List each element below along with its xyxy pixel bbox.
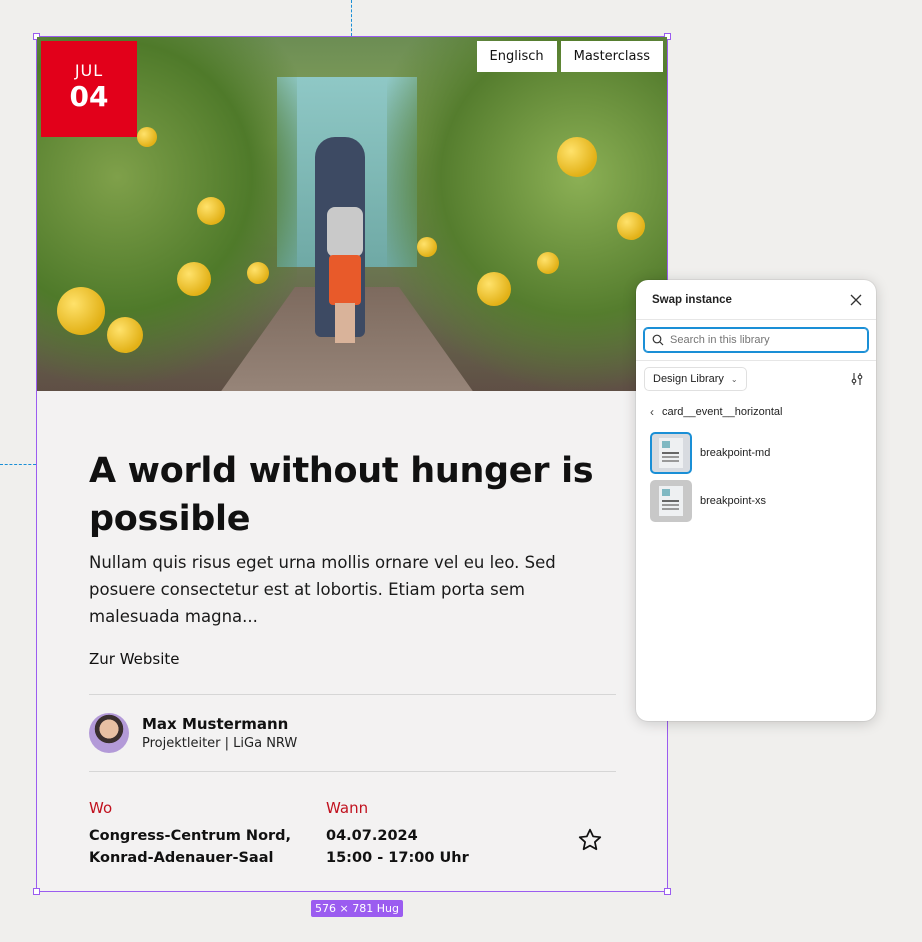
author-row: Max Mustermann Projektleiter | LiGa NRW <box>89 695 617 771</box>
chevron-left-icon: ‹ <box>650 405 654 419</box>
hero-image: JUL 04 Englisch Masterclass <box>37 37 667 391</box>
breadcrumb-label: card__event__horizontal <box>662 406 783 418</box>
date-day: 04 <box>69 80 109 113</box>
list-item[interactable]: breakpoint-md <box>636 429 876 477</box>
date-month: JUL <box>74 61 104 80</box>
component-thumbnail <box>650 432 692 474</box>
filter-settings-icon[interactable] <box>850 372 864 386</box>
when-column: Wann 04.07.2024 15:00 - 17:00 Uhr <box>326 799 563 869</box>
component-label: breakpoint-xs <box>700 495 767 507</box>
star-icon[interactable] <box>577 827 603 853</box>
when-label: Wann <box>326 799 369 817</box>
search-box[interactable] <box>643 327 869 353</box>
event-meta: Wo Congress-Centrum Nord, Konrad-Adenaue… <box>89 799 617 869</box>
vertical-guide-line <box>351 0 352 36</box>
author-name: Max Mustermann <box>142 715 289 733</box>
search-icon <box>652 334 664 346</box>
library-row: Design Library ⌄ <box>636 361 876 393</box>
tag-language: Englisch <box>476 41 557 72</box>
component-thumbnail <box>650 480 692 522</box>
frame-size-label: 576 × 781 Hug <box>311 900 403 917</box>
divider <box>89 771 616 772</box>
avatar <box>89 713 129 753</box>
horizontal-guide-line <box>0 464 36 465</box>
card-content: A world without hunger is possible Nulla… <box>89 447 617 869</box>
close-icon[interactable] <box>850 294 862 306</box>
card-description: Nullam quis risus eget urna mollis ornar… <box>89 553 556 626</box>
tag-format: Masterclass <box>560 41 663 72</box>
panel-header: Swap instance <box>636 280 876 320</box>
where-label: Wo <box>89 799 113 817</box>
breadcrumb-back[interactable]: ‹ card__event__horizontal <box>636 405 876 419</box>
website-link[interactable]: Zur Website <box>89 650 180 668</box>
component-label: breakpoint-md <box>700 447 771 459</box>
tag-list: Englisch Masterclass <box>476 41 663 72</box>
where-column: Wo Congress-Centrum Nord, Konrad-Adenaue… <box>89 799 326 869</box>
library-select-label: Design Library <box>653 373 724 385</box>
search-input[interactable] <box>670 334 850 346</box>
event-date: 04.07.2024 <box>326 828 418 844</box>
where-line-2: Konrad-Adenauer-Saal <box>89 850 274 866</box>
author-role: Projektleiter | LiGa NRW <box>142 736 298 751</box>
component-list: breakpoint-md breakpoint-xs <box>636 429 876 525</box>
event-time: 15:00 - 17:00 Uhr <box>326 850 469 866</box>
panel-title: Swap instance <box>652 293 732 306</box>
resize-handle-bottom-right[interactable] <box>664 888 671 895</box>
event-card-frame[interactable]: JUL 04 Englisch Masterclass A world with… <box>33 33 671 895</box>
search-row <box>636 320 876 361</box>
swap-instance-panel: Swap instance Design Library ⌄ ‹ card__e… <box>636 280 876 721</box>
library-select[interactable]: Design Library ⌄ <box>644 367 747 391</box>
card-title: A world without hunger is possible <box>89 451 594 539</box>
chevron-down-icon: ⌄ <box>730 374 738 384</box>
list-item[interactable]: breakpoint-xs <box>636 477 876 525</box>
date-badge: JUL 04 <box>41 41 137 137</box>
where-line-1: Congress-Centrum Nord, <box>89 828 292 844</box>
resize-handle-bottom-left[interactable] <box>33 888 40 895</box>
